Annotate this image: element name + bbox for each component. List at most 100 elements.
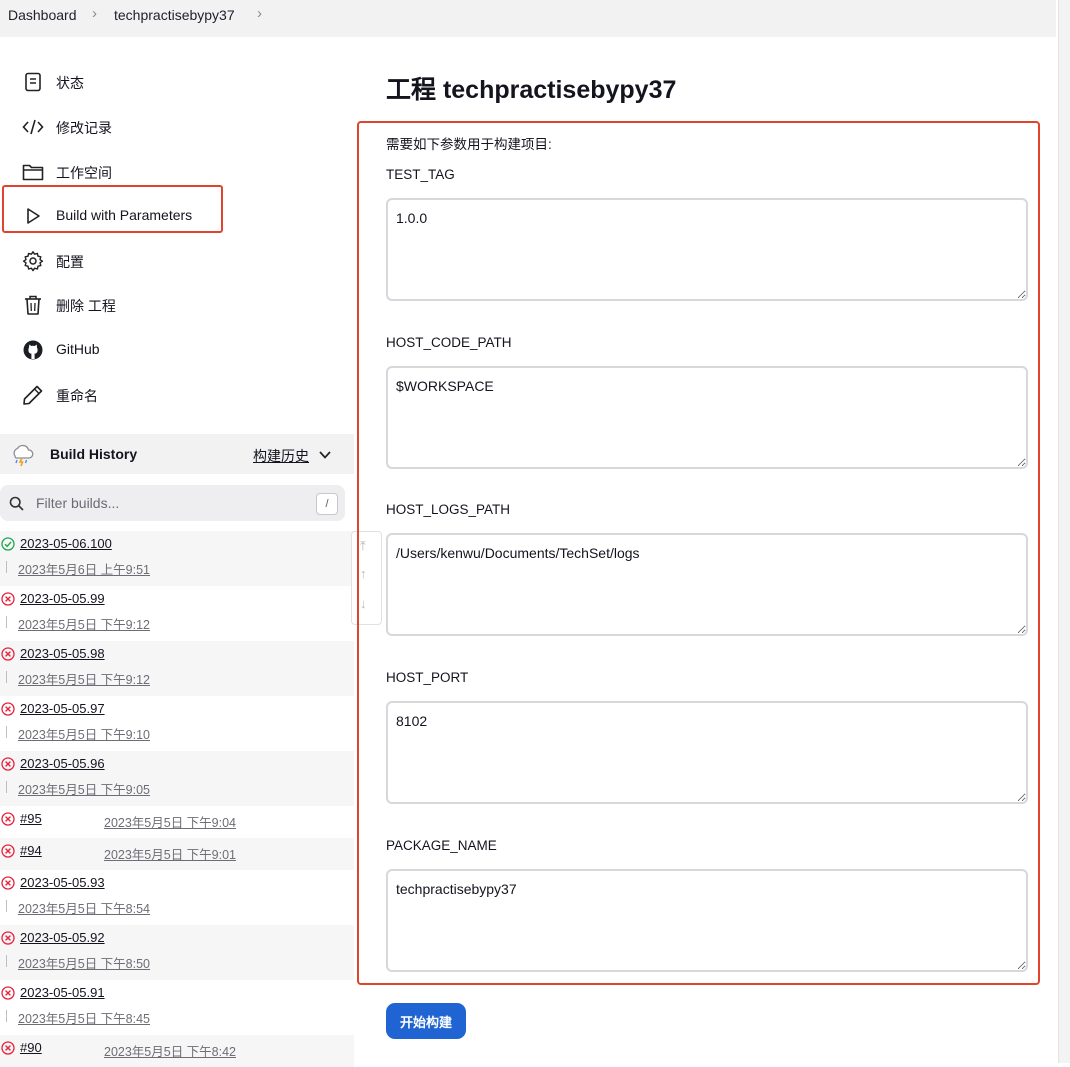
failed-icon xyxy=(1,931,15,945)
build-row[interactable]: #95 2023年5月5日 下午9:04 xyxy=(0,806,354,838)
chevron-right-icon: › xyxy=(92,5,97,22)
build-name-link[interactable]: #95 xyxy=(20,811,42,826)
build-name-link[interactable]: 2023-05-06.100 xyxy=(20,536,112,551)
build-name-link[interactable]: 2023-05-05.98 xyxy=(20,646,105,661)
pencil-icon xyxy=(22,384,44,406)
build-row[interactable]: 2023-05-05.92 2023年5月5日 下午8:50 xyxy=(0,925,354,980)
cloud-weather-icon xyxy=(9,442,35,468)
shortcut-badge: / xyxy=(316,493,338,515)
build-date-link[interactable]: 2023年5月5日 下午8:45 xyxy=(18,1008,150,1027)
document-icon xyxy=(22,71,44,93)
sidebar-item-label: 状态 xyxy=(56,73,84,93)
param-label-host-code-path: HOST_CODE_PATH xyxy=(386,335,512,350)
build-date-link[interactable]: 2023年5月6日 上午9:51 xyxy=(18,559,150,578)
build-date-link[interactable]: 2023年5月5日 下午9:01 xyxy=(104,844,236,863)
failed-icon xyxy=(1,844,15,858)
timeline-bar xyxy=(6,671,7,683)
build-row[interactable]: 2023-05-05.98 2023年5月5日 下午9:12 xyxy=(0,641,354,696)
timeline-bar xyxy=(6,955,7,967)
param-input-host-logs-path[interactable]: /Users/kenwu/Documents/TechSet/logs xyxy=(386,533,1028,636)
param-label-test-tag: TEST_TAG xyxy=(386,167,455,182)
highlight-box xyxy=(2,185,223,233)
failed-icon xyxy=(1,647,15,661)
trend-link[interactable]: 构建历史 xyxy=(253,446,309,466)
build-row[interactable]: 2023-05-06.100 2023年5月6日 上午9:51 xyxy=(0,531,354,586)
timeline-bar xyxy=(6,1010,7,1022)
build-row[interactable]: #90 2023年5月5日 下午8:42 xyxy=(0,1035,354,1067)
build-name-link[interactable]: 2023-05-05.99 xyxy=(20,591,105,606)
failed-icon xyxy=(1,986,15,1000)
failed-icon xyxy=(1,702,15,716)
code-icon xyxy=(22,116,44,138)
sidebar-item-label: 配置 xyxy=(56,252,84,272)
failed-icon xyxy=(1,757,15,771)
breadcrumb-dashboard[interactable]: Dashboard xyxy=(8,7,77,23)
failed-icon xyxy=(1,812,15,826)
breadcrumb: Dashboard › techpractisebypy37 › xyxy=(0,0,1056,37)
chevron-down-icon[interactable] xyxy=(318,449,332,461)
build-date-link[interactable]: 2023年5月5日 下午8:54 xyxy=(18,898,150,917)
build-date-link[interactable]: 2023年5月5日 下午8:50 xyxy=(18,953,150,972)
build-name-link[interactable]: 2023-05-05.92 xyxy=(20,930,105,945)
build-button[interactable]: 开始构建 xyxy=(386,1003,466,1039)
success-icon xyxy=(1,537,15,551)
param-label-host-port: HOST_PORT xyxy=(386,670,468,685)
sidebar-item-label: 修改记录 xyxy=(56,118,112,138)
trash-icon xyxy=(22,294,44,316)
param-input-host-code-path[interactable]: $WORKSPACE xyxy=(386,366,1028,469)
build-row[interactable]: 2023-05-05.91 2023年5月5日 下午8:45 xyxy=(0,980,354,1035)
page-title: 工程 techpractisebypy37 xyxy=(386,70,676,106)
parameters-intro: 需要如下参数用于构建项目: xyxy=(386,133,552,153)
build-name-link[interactable]: #94 xyxy=(20,843,42,858)
sidebar-item-configure[interactable]: 配置 xyxy=(0,241,330,281)
sidebar-item-delete-project[interactable]: 删除 工程 xyxy=(0,285,330,325)
search-icon xyxy=(9,496,24,511)
sidebar-item-label: 重命名 xyxy=(56,386,98,406)
build-date-link[interactable]: 2023年5月5日 下午9:12 xyxy=(18,614,150,633)
build-history-header: Build History 构建历史 xyxy=(0,434,354,474)
build-history-title: Build History xyxy=(50,446,137,462)
build-name-link[interactable]: 2023-05-05.93 xyxy=(20,875,105,890)
timeline-bar xyxy=(6,900,7,912)
folder-icon xyxy=(22,161,44,183)
build-name-link[interactable]: 2023-05-05.97 xyxy=(20,701,105,716)
param-input-package-name[interactable]: techpractisebypy37 xyxy=(386,869,1028,972)
filter-placeholder: Filter builds... xyxy=(36,495,119,511)
failed-icon xyxy=(1,876,15,890)
build-name-link[interactable]: 2023-05-05.91 xyxy=(20,985,105,1000)
build-row[interactable]: 2023-05-05.96 2023年5月5日 下午9:05 xyxy=(0,751,354,806)
timeline-bar xyxy=(6,781,7,793)
timeline-bar xyxy=(6,561,7,573)
build-date-link[interactable]: 2023年5月5日 下午9:05 xyxy=(18,779,150,798)
param-label-package-name: PACKAGE_NAME xyxy=(386,838,497,853)
sidebar-item-label: 工作空间 xyxy=(56,163,112,183)
breadcrumb-project[interactable]: techpractisebypy37 xyxy=(114,7,235,23)
failed-icon xyxy=(1,1041,15,1055)
chevron-right-icon[interactable]: › xyxy=(257,5,262,22)
filter-builds-input[interactable]: Filter builds... / xyxy=(0,485,345,521)
build-date-link[interactable]: 2023年5月5日 下午9:12 xyxy=(18,669,150,688)
sidebar-item-changes[interactable]: 修改记录 xyxy=(0,107,330,147)
param-input-test-tag[interactable]: 1.0.0 xyxy=(386,198,1028,301)
build-name-link[interactable]: #90 xyxy=(20,1040,42,1055)
page-scrollbar[interactable] xyxy=(1058,0,1070,1063)
build-row[interactable]: 2023-05-05.99 2023年5月5日 下午9:12 xyxy=(0,586,354,641)
build-date-link[interactable]: 2023年5月5日 下午9:04 xyxy=(104,812,236,831)
sidebar-item-label: 删除 工程 xyxy=(56,296,116,316)
sidebar-item-status[interactable]: 状态 xyxy=(0,62,330,102)
gear-icon xyxy=(22,250,44,272)
timeline-bar xyxy=(6,616,7,628)
param-input-host-port[interactable]: 8102 xyxy=(386,701,1028,804)
build-row[interactable]: 2023-05-05.93 2023年5月5日 下午8:54 xyxy=(0,870,354,925)
param-label-host-logs-path: HOST_LOGS_PATH xyxy=(386,502,510,517)
sidebar-item-github[interactable]: GitHub xyxy=(0,330,330,370)
build-date-link[interactable]: 2023年5月5日 下午8:42 xyxy=(104,1041,236,1060)
build-row[interactable]: 2023-05-05.97 2023年5月5日 下午9:10 xyxy=(0,696,354,751)
build-date-link[interactable]: 2023年5月5日 下午9:10 xyxy=(18,724,150,743)
sidebar-item-label: GitHub xyxy=(56,341,100,357)
github-icon xyxy=(22,339,44,361)
build-name-link[interactable]: 2023-05-05.96 xyxy=(20,756,105,771)
build-row[interactable]: #94 2023年5月5日 下午9:01 xyxy=(0,838,354,870)
timeline-bar xyxy=(6,726,7,738)
sidebar-item-rename[interactable]: 重命名 xyxy=(0,375,330,415)
